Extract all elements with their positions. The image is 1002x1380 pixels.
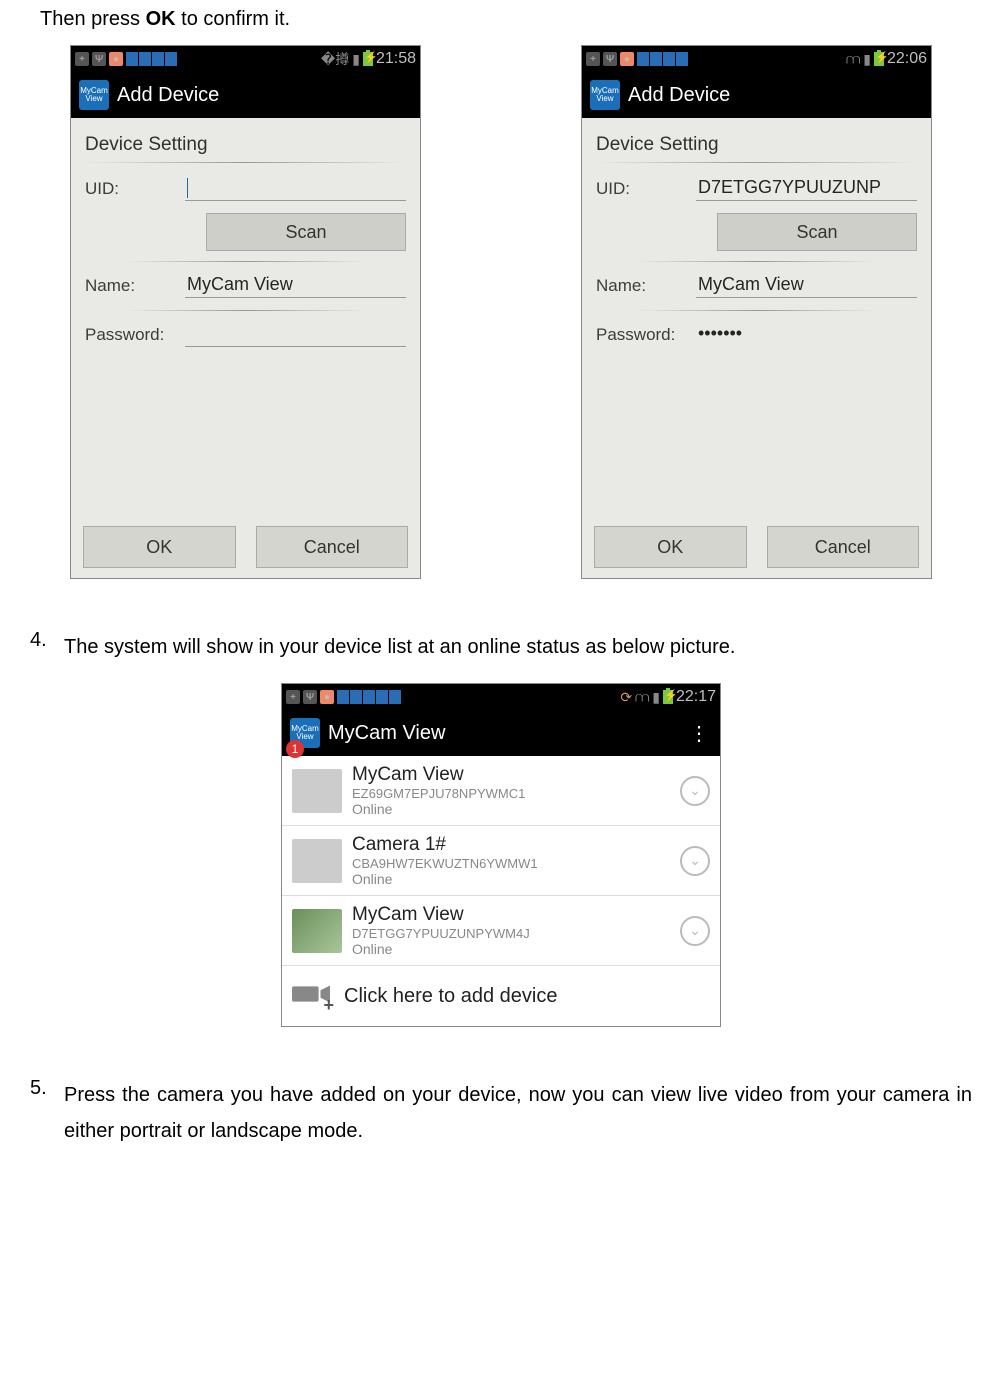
screen-title: Add Device <box>628 84 730 107</box>
divider <box>596 162 917 163</box>
scan-button[interactable]: Scan <box>206 213 406 251</box>
device-thumbnail <box>292 909 342 953</box>
mycam-app-icon: MyCamView <box>79 80 109 110</box>
menu-icon[interactable]: ⋮ <box>686 721 712 746</box>
battery-icon: ⚡ <box>663 690 673 704</box>
cancel-button[interactable]: Cancel <box>767 526 920 568</box>
status-bar: + Ψ ● ⟳ ⩋ ▮ ⚡ 22:17 <box>282 684 720 710</box>
step-text: Press the camera you have added on your … <box>64 1077 972 1149</box>
intro-suffix: to confirm it. <box>176 8 290 30</box>
add-device-label: Click here to add device <box>344 985 557 1008</box>
divider <box>636 310 877 311</box>
device-name: MyCam View <box>352 904 670 926</box>
password-label: Password: <box>85 325 185 345</box>
app-titlebar: MyCamView Add Device <box>582 72 931 118</box>
device-uid: CBA9HW7EKWUZTN6YWMW1 <box>352 856 670 871</box>
chevron-down-icon[interactable]: ⌄ <box>680 846 710 876</box>
device-status: Online <box>352 941 670 957</box>
intro-text: Then press OK to confirm it. <box>40 8 972 31</box>
signal-icon: ▮ <box>352 51 360 68</box>
chevron-down-icon[interactable]: ⌄ <box>680 916 710 946</box>
ok-button[interactable]: OK <box>83 526 236 568</box>
divider <box>636 261 877 262</box>
wifi-icon: ⩋ <box>635 689 649 706</box>
battery-icon: ⚡ <box>363 52 373 66</box>
bg-apps-icons <box>126 52 177 66</box>
device-status: Online <box>352 871 670 887</box>
bg-apps-icons <box>337 690 401 704</box>
plus-icon: + <box>75 52 89 66</box>
signal-icon: ▮ <box>652 689 660 706</box>
device-row[interactable]: MyCam View EZ69GM7EPJU78NPYWMC1 Online ⌄ <box>282 756 720 826</box>
clock: 22:06 <box>887 50 927 68</box>
device-thumbnail <box>292 769 342 813</box>
app-notif-icon: ● <box>320 690 334 704</box>
divider <box>85 162 406 163</box>
divider <box>125 261 366 262</box>
add-device-screenshot-empty: + Ψ ● �撙 ▮ ⚡ 21:58 MyCamView Add Device <box>70 45 421 579</box>
screen-title: Add Device <box>117 84 219 107</box>
app-notif-icon: ● <box>109 52 123 66</box>
add-device-row[interactable]: + Click here to add device <box>282 966 720 1026</box>
usb-icon: Ψ <box>92 52 106 66</box>
scan-button[interactable]: Scan <box>717 213 917 251</box>
notification-badge: 1 <box>286 740 304 758</box>
step-5: 5. Press the camera you have added on yo… <box>30 1077 972 1149</box>
clock: 22:17 <box>676 688 716 706</box>
device-name: MyCam View <box>352 764 670 786</box>
device-uid: EZ69GM7EPJU78NPYWMC1 <box>352 786 670 801</box>
bg-apps-icons <box>637 52 688 66</box>
uid-input[interactable] <box>185 177 406 201</box>
mycam-app-icon: MyCamView <box>590 80 620 110</box>
usb-icon: Ψ <box>603 52 617 66</box>
signal-icon: ▮ <box>863 51 871 68</box>
battery-icon: ⚡ <box>874 52 884 66</box>
usb-icon: Ψ <box>303 690 317 704</box>
wifi-icon: �撙 <box>321 49 349 69</box>
app-notif-icon: ● <box>620 52 634 66</box>
plus-icon: + <box>586 52 600 66</box>
device-name: Camera 1# <box>352 834 670 856</box>
clock: 21:58 <box>376 50 416 68</box>
step-number: 4. <box>30 629 64 665</box>
status-bar: + Ψ ● �撙 ▮ ⚡ 21:58 <box>71 46 420 72</box>
password-label: Password: <box>596 325 696 345</box>
step-text: The system will show in your device list… <box>64 629 972 665</box>
name-input[interactable]: MyCam View <box>696 274 917 298</box>
device-list-screenshot: + Ψ ● ⟳ ⩋ ▮ ⚡ 22:17 MyCamView MyCam Vi <box>281 683 721 1027</box>
app-titlebar: MyCamView MyCam View ⋮ 1 <box>282 710 720 756</box>
add-device-screenshot-filled: + Ψ ● ⩋ ▮ ⚡ 22:06 MyCamView Add Device <box>581 45 932 579</box>
divider <box>125 310 366 311</box>
sync-icon: ⟳ <box>620 689 632 706</box>
add-camera-icon: + <box>292 980 332 1012</box>
screen-title: MyCam View <box>328 722 445 745</box>
password-input[interactable]: ••••••• <box>696 323 917 347</box>
wifi-icon: ⩋ <box>846 51 860 68</box>
device-uid: D7ETGG7YPUUZUNPYWM4J <box>352 926 670 941</box>
app-titlebar: MyCamView Add Device <box>71 72 420 118</box>
uid-input[interactable]: D7ETGG7YPUUZUNP <box>696 177 917 201</box>
name-label: Name: <box>85 276 185 296</box>
step-4: 4. The system will show in your device l… <box>30 629 972 665</box>
device-row[interactable]: Camera 1# CBA9HW7EKWUZTN6YWMW1 Online ⌄ <box>282 826 720 896</box>
device-thumbnail <box>292 839 342 883</box>
section-heading: Device Setting <box>596 134 917 156</box>
intro-prefix: Then press <box>40 8 146 30</box>
step-number: 5. <box>30 1077 64 1149</box>
section-heading: Device Setting <box>85 134 406 156</box>
name-input[interactable]: MyCam View <box>185 274 406 298</box>
status-bar: + Ψ ● ⩋ ▮ ⚡ 22:06 <box>582 46 931 72</box>
device-status: Online <box>352 801 670 817</box>
name-label: Name: <box>596 276 696 296</box>
chevron-down-icon[interactable]: ⌄ <box>680 776 710 806</box>
password-input[interactable] <box>185 323 406 347</box>
ok-button[interactable]: OK <box>594 526 747 568</box>
cancel-button[interactable]: Cancel <box>256 526 409 568</box>
uid-label: UID: <box>85 179 185 199</box>
device-row[interactable]: MyCam View D7ETGG7YPUUZUNPYWM4J Online ⌄ <box>282 896 720 966</box>
plus-icon: + <box>286 690 300 704</box>
intro-bold: OK <box>146 8 176 30</box>
uid-label: UID: <box>596 179 696 199</box>
